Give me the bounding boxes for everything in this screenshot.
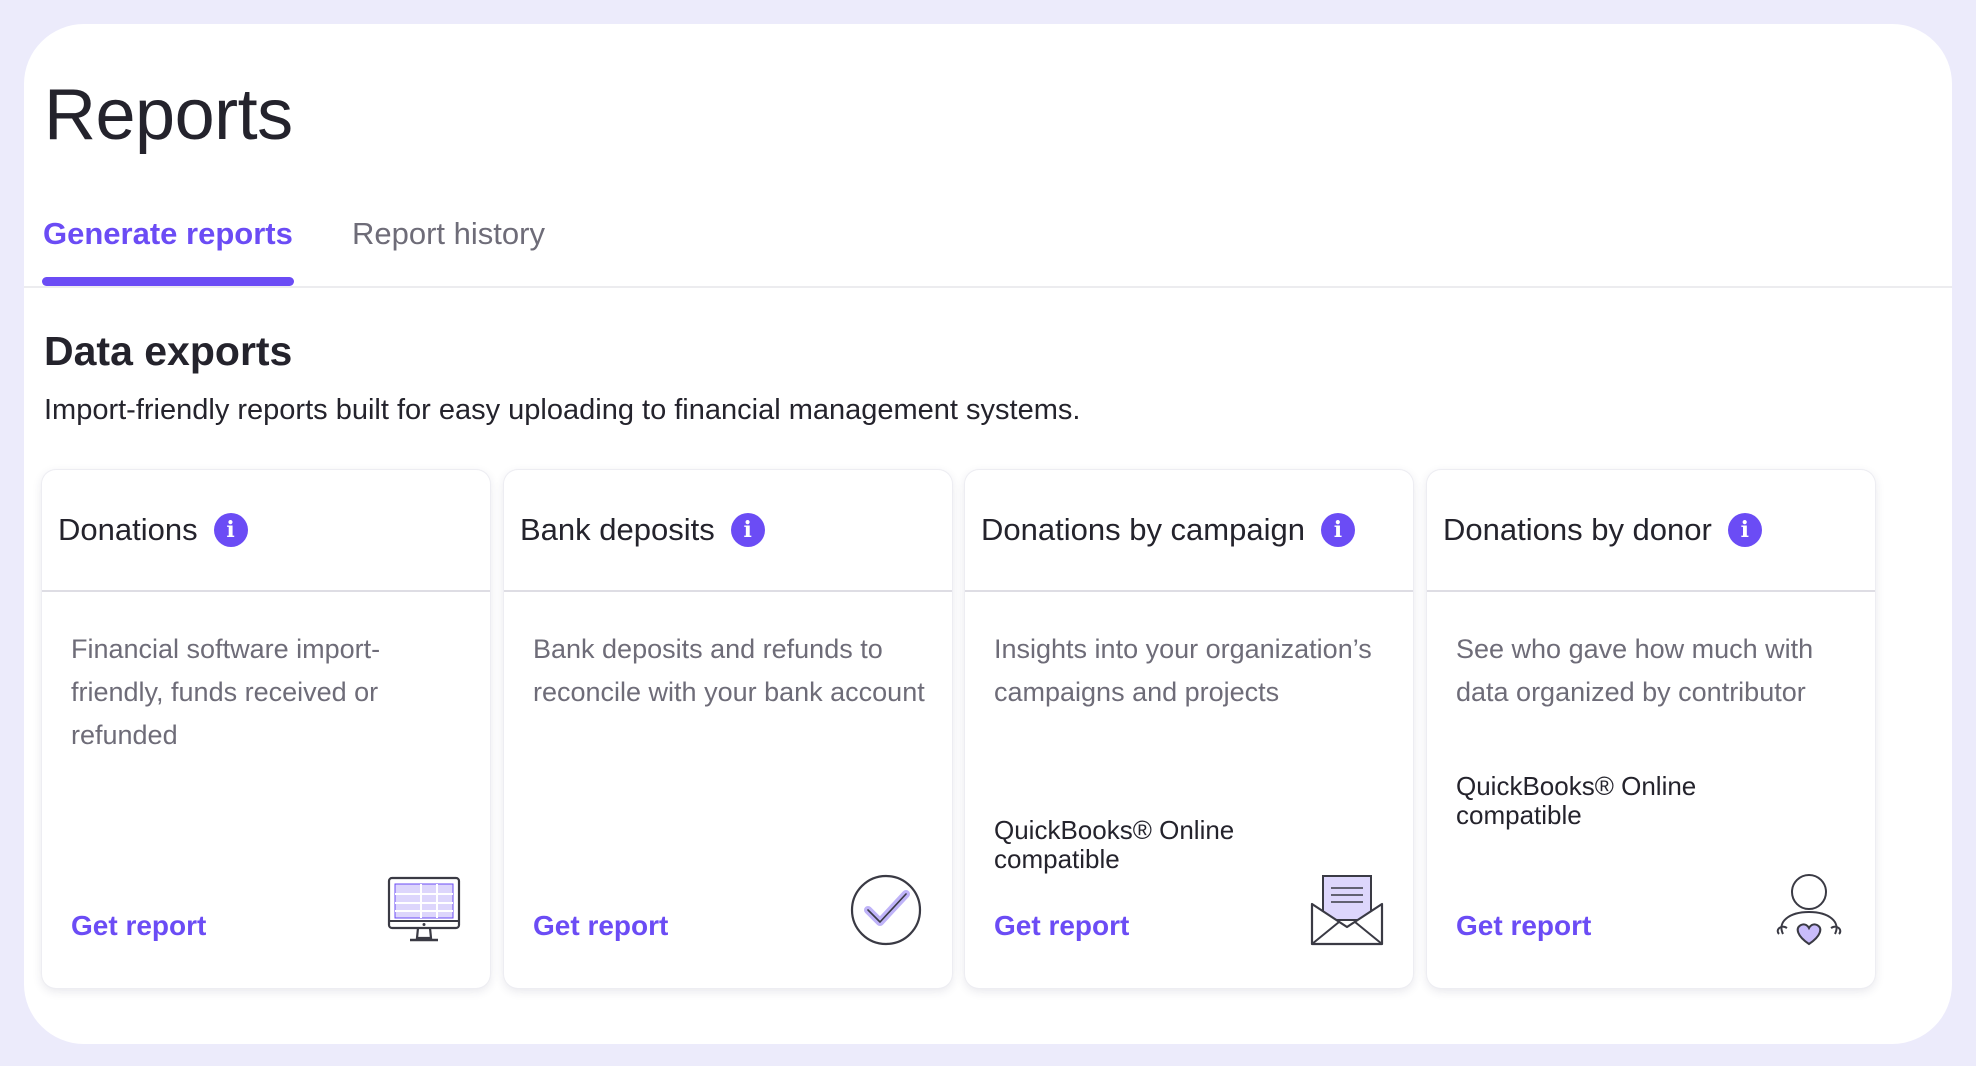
card-description: See who gave how much with data organize… <box>1456 634 1814 707</box>
card-header: Donations by donor i <box>1427 470 1875 592</box>
info-icon[interactable]: i <box>730 513 765 547</box>
computer-monitor-icon <box>387 876 461 942</box>
card-header: Bank deposits i <box>504 470 952 592</box>
card-title-text: Donations by campaign <box>981 512 1305 547</box>
envelope-icon <box>1310 875 1384 946</box>
checkmark-circle-icon <box>850 874 922 946</box>
get-report-button[interactable]: Get report <box>71 910 206 942</box>
card-title-text: Bank deposits <box>520 512 715 547</box>
get-report-button[interactable]: Get report <box>533 910 668 942</box>
section-title: Data exports <box>44 328 293 374</box>
report-card-bank-deposits: Bank deposits i Bank deposits and refund… <box>504 470 952 988</box>
get-report-button[interactable]: Get report <box>994 910 1129 942</box>
section-subtitle: Import-friendly reports built for easy u… <box>44 394 1081 426</box>
card-description: Financial software import-friendly, fund… <box>71 634 381 750</box>
get-report-button[interactable]: Get report <box>1456 910 1591 942</box>
card-description: Insights into your organization’s campai… <box>994 634 1372 707</box>
card-header: Donations i <box>42 470 490 592</box>
page-title: Reports <box>44 75 293 155</box>
report-card-donations-by-donor: Donations by donor i See who gave how mu… <box>1427 470 1875 988</box>
tab-report-history[interactable]: Report history <box>352 216 545 252</box>
info-icon[interactable]: i <box>213 513 248 547</box>
info-icon[interactable]: i <box>1320 513 1355 547</box>
card-title: Donations i <box>58 512 248 548</box>
info-icon[interactable]: i <box>1727 513 1762 547</box>
card-header: Donations by campaign i <box>965 470 1413 592</box>
quickbooks-compatible-label: QuickBooks® Online compatible <box>994 815 1235 874</box>
active-tab-indicator <box>42 277 294 286</box>
app-frame: Reports Generate reports Report history … <box>24 24 1952 1044</box>
donor-heart-icon <box>1776 874 1842 946</box>
card-title: Donations by donor i <box>1443 512 1762 548</box>
card-description: Bank deposits and refunds to reconcile w… <box>533 634 925 707</box>
card-title: Bank deposits i <box>520 512 765 548</box>
tab-generate-reports[interactable]: Generate reports <box>43 216 293 252</box>
tab-bar: Generate reports Report history <box>24 200 1952 288</box>
card-title-text: Donations <box>58 512 198 547</box>
quickbooks-compatible-label: QuickBooks® Online compatible <box>1456 771 1697 830</box>
report-card-donations-by-campaign: Donations by campaign i Insights into yo… <box>965 470 1413 988</box>
card-title-text: Donations by donor <box>1443 512 1712 547</box>
card-title: Donations by campaign i <box>981 512 1355 548</box>
report-card-donations: Donations i Financial software import-fr… <box>42 470 490 988</box>
